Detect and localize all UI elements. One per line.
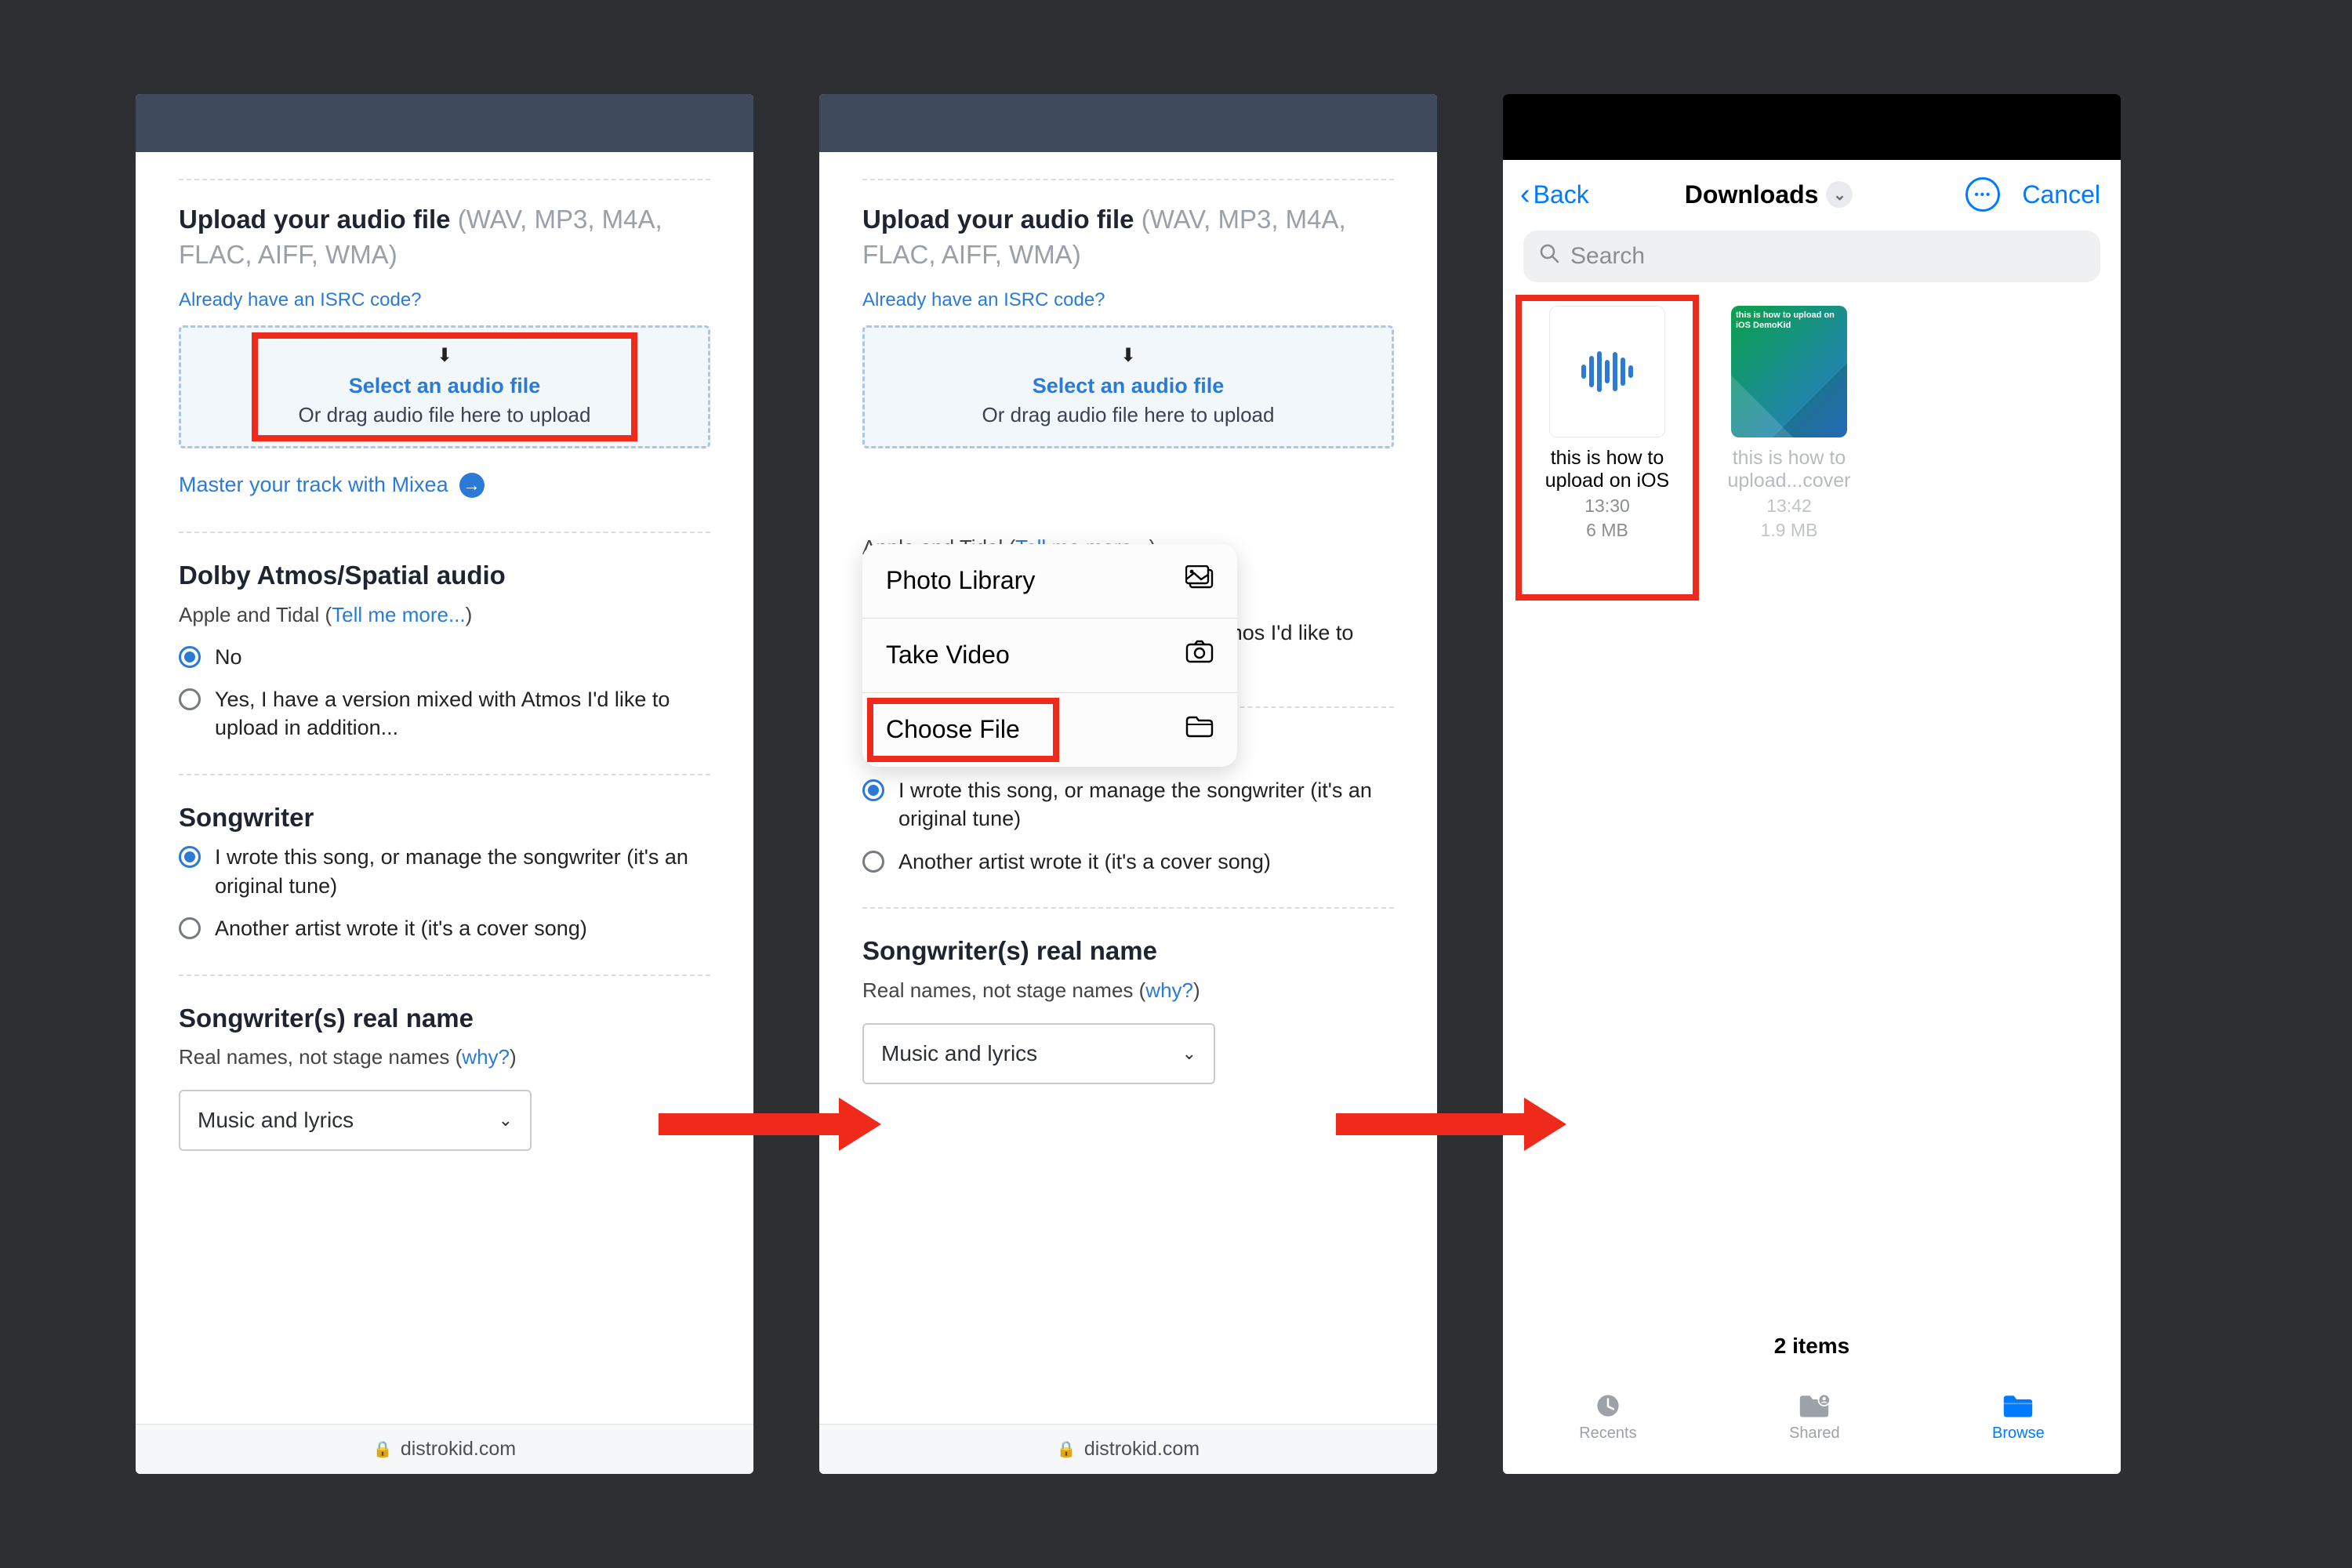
songwriter-heading: Songwriter: [179, 800, 710, 836]
realname-heading: Songwriter(s) real name: [179, 1001, 710, 1036]
dolby-yes-radio[interactable]: [179, 688, 201, 710]
more-options-button[interactable]: •••: [1965, 177, 2000, 212]
browser-footer: 🔒 distrokid.com: [136, 1424, 753, 1474]
file-time: 13:42: [1716, 495, 1862, 517]
file-size: 6 MB: [1534, 520, 1680, 541]
picker-nav: ‹ Back Downloads ⌄ ••• Cancel: [1503, 160, 2121, 224]
dolby-no-label: No: [215, 643, 242, 671]
chevron-down-icon: ⌄: [499, 1109, 513, 1132]
app-header: [819, 94, 1437, 152]
thumbnail-overlay-text: this is how to upload on iOS DemoKid: [1736, 310, 1847, 331]
upload-heading: Upload your audio file (WAV, MP3, M4A, F…: [179, 202, 710, 272]
dolby-yes-label: Yes, I have a version mixed with Atmos I…: [215, 685, 710, 742]
lock-icon: 🔒: [1057, 1439, 1076, 1459]
screenshot-step-1: Upload your audio file (WAV, MP3, M4A, F…: [136, 94, 753, 1474]
dolby-heading: Dolby Atmos/Spatial audio: [179, 558, 710, 593]
back-button[interactable]: ‹ Back: [1520, 178, 1589, 212]
folder-icon: [1185, 712, 1214, 748]
audio-dropzone[interactable]: ⬇ Select an audio file Or drag audio fil…: [179, 325, 710, 449]
drag-hint: Or drag audio file here to upload: [189, 401, 700, 429]
tab-shared[interactable]: Shared: [1789, 1392, 1840, 1443]
chevron-down-icon: ⌄: [1826, 181, 1853, 208]
clock-icon: [1591, 1392, 1625, 1420]
songwriter-original-label: I wrote this song, or manage the songwri…: [215, 843, 710, 900]
file-size: 1.9 MB: [1716, 520, 1862, 541]
songwriter-original-radio[interactable]: [862, 779, 884, 801]
songwriter-cover-radio[interactable]: [862, 851, 884, 873]
photo-library-icon: [1185, 563, 1214, 599]
why-link[interactable]: why?: [462, 1045, 510, 1069]
credit-type-value: Music and lyrics: [881, 1039, 1037, 1069]
flow-arrow: [1336, 1113, 1566, 1135]
audio-dropzone[interactable]: ⬇ Select an audio file Or drag audio fil…: [862, 325, 1394, 449]
search-input[interactable]: Search: [1523, 230, 2100, 282]
audio-file-icon: [1549, 306, 1665, 437]
take-video-option[interactable]: Take Video: [862, 619, 1237, 693]
songwriter-cover-label: Another artist wrote it (it's a cover so…: [898, 848, 1271, 876]
domain-label: distrokid.com: [1084, 1438, 1200, 1461]
image-thumbnail: this is how to upload on iOS DemoKid: [1731, 306, 1847, 437]
camera-icon: [1185, 637, 1214, 673]
search-placeholder: Search: [1570, 243, 1645, 270]
ios-action-sheet: Photo Library Take Video Choose File: [862, 544, 1237, 767]
isrc-link[interactable]: Already have an ISRC code?: [862, 288, 1105, 313]
app-header: [136, 94, 753, 152]
upload-heading: Upload your audio file (WAV, MP3, M4A, F…: [862, 202, 1394, 272]
realname-caption: Real names, not stage names (why?): [179, 1044, 710, 1071]
folder-icon: [2001, 1392, 2035, 1420]
chevron-down-icon: ⌄: [1182, 1042, 1196, 1065]
tell-me-more-link[interactable]: Tell me more...: [332, 603, 466, 626]
credit-type-select[interactable]: Music and lyrics ⌄: [179, 1090, 532, 1151]
shared-folder-icon: [1797, 1392, 1831, 1420]
file-name: this is how to upload on iOS: [1534, 447, 1680, 492]
domain-label: distrokid.com: [401, 1438, 516, 1461]
dolby-caption: Apple and Tidal (Tell me more...): [179, 601, 710, 629]
screenshot-step-2: Upload your audio file (WAV, MP3, M4A, F…: [819, 94, 1437, 1474]
cancel-button[interactable]: Cancel: [2022, 180, 2100, 209]
realname-heading: Songwriter(s) real name: [862, 934, 1394, 969]
songwriter-cover-label: Another artist wrote it (it's a cover so…: [215, 914, 587, 942]
credit-type-value: Music and lyrics: [198, 1105, 354, 1135]
photo-library-option[interactable]: Photo Library: [862, 544, 1237, 619]
items-count: 2 items: [1503, 1334, 2121, 1359]
drag-hint: Or drag audio file here to upload: [873, 401, 1384, 429]
flow-arrow: [659, 1113, 881, 1135]
download-icon: ⬇: [189, 343, 700, 368]
realname-caption: Real names, not stage names (why?): [862, 977, 1394, 1004]
chevron-left-icon: ‹: [1520, 178, 1530, 212]
picker-title[interactable]: Downloads ⌄: [1685, 180, 1853, 209]
status-bar: [1503, 94, 2121, 160]
file-picker-sheet: ‹ Back Downloads ⌄ ••• Cancel Search: [1503, 160, 2121, 1474]
browser-footer: 🔒 distrokid.com: [819, 1424, 1437, 1474]
tab-browse[interactable]: Browse: [1992, 1392, 2045, 1443]
songwriter-cover-radio[interactable]: [179, 917, 201, 939]
mixea-link[interactable]: Master your track with Mixea →: [179, 470, 485, 499]
screenshot-step-3: ‹ Back Downloads ⌄ ••• Cancel Search: [1503, 94, 2121, 1474]
picker-tabbar: Recents Shared Browse: [1503, 1382, 2121, 1443]
tab-recents[interactable]: Recents: [1579, 1392, 1636, 1443]
file-item-audio[interactable]: this is how to upload on iOS 13:30 6 MB: [1534, 306, 1680, 541]
songwriter-original-label: I wrote this song, or manage the songwri…: [898, 776, 1394, 833]
songwriter-original-radio[interactable]: [179, 846, 201, 868]
select-audio-link[interactable]: Select an audio file: [873, 372, 1384, 400]
dolby-no-radio[interactable]: [179, 646, 201, 668]
file-time: 13:30: [1534, 495, 1680, 517]
file-name: this is how to upload...cover: [1716, 447, 1862, 492]
lock-icon: 🔒: [373, 1439, 393, 1459]
credit-type-select[interactable]: Music and lyrics ⌄: [862, 1023, 1215, 1084]
choose-file-option[interactable]: Choose File: [862, 693, 1237, 767]
why-link[interactable]: why?: [1145, 978, 1193, 1002]
file-item-image[interactable]: this is how to upload on iOS DemoKid thi…: [1716, 306, 1862, 541]
search-icon: [1539, 243, 1559, 270]
download-icon: ⬇: [873, 343, 1384, 368]
isrc-link[interactable]: Already have an ISRC code?: [179, 288, 422, 313]
arrow-right-icon: →: [459, 473, 485, 498]
select-audio-link[interactable]: Select an audio file: [189, 372, 700, 400]
